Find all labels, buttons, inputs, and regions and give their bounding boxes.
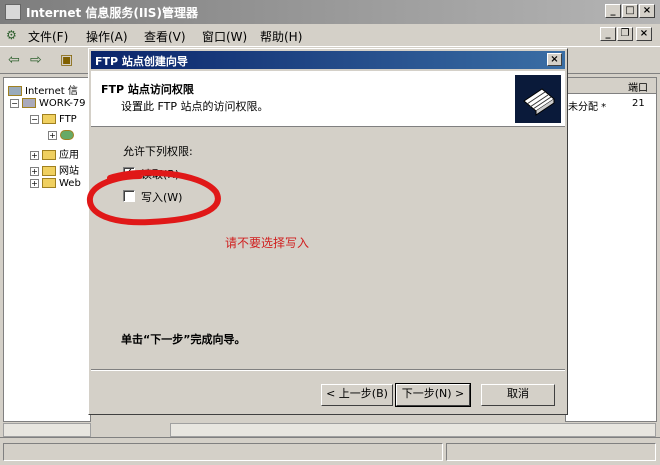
status-cell-right: [446, 443, 656, 461]
forward-arrow-icon[interactable]: ⇨: [30, 52, 42, 68]
write-checkbox[interactable]: [123, 190, 135, 202]
expand-icon[interactable]: +: [30, 166, 39, 176]
expand-icon[interactable]: +: [30, 150, 39, 160]
tree-hscrollbar[interactable]: [3, 423, 91, 437]
menu-file[interactable]: 文件(F): [28, 28, 68, 45]
tree-ftp-label: FTP: [59, 114, 77, 125]
minimize-button[interactable]: _: [605, 4, 621, 18]
mdi-restore-button[interactable]: ❐: [617, 27, 633, 41]
tree-webext-label: Web: [59, 178, 81, 189]
menu-view[interactable]: 查看(V): [144, 28, 186, 45]
tree-server-label: WORK-79: [39, 98, 86, 109]
menu-help[interactable]: 帮助(H): [260, 28, 302, 45]
dialog-titlebar: FTP 站点创建向导 ×: [91, 51, 565, 69]
tree-web[interactable]: + 网站: [30, 162, 79, 177]
permissions-label: 允许下列权限:: [123, 145, 193, 158]
menubar: ⚙ 文件(F) 操作(A) 查看(V) 窗口(W) 帮助(H) _ ❐ ×: [0, 24, 660, 46]
tree-webext[interactable]: + Web: [30, 178, 81, 189]
window-title: Internet 信息服务(IIS)管理器: [26, 6, 198, 20]
collapse-icon[interactable]: −: [10, 98, 19, 108]
expand-icon[interactable]: +: [30, 178, 39, 188]
cancel-button[interactable]: 取消: [481, 384, 555, 406]
tree-app-label: 应用: [59, 150, 79, 161]
wizard-graphic-icon: [515, 75, 561, 123]
mdi-icon: ⚙: [6, 28, 17, 42]
mdi-close-button[interactable]: ×: [636, 27, 652, 41]
list-cell-unassigned: 未分配 *: [568, 102, 607, 113]
tree-root-label: Internet 信: [25, 86, 78, 97]
mdi-minimize-button[interactable]: _: [600, 27, 616, 41]
dialog-separator: [91, 369, 565, 371]
tree-ftp[interactable]: − FTP: [30, 114, 77, 125]
folder-icon: [42, 166, 56, 176]
list-pane: 端口 未分配 * 21: [565, 77, 657, 422]
list-hscrollbar[interactable]: [170, 423, 656, 437]
read-checkbox[interactable]: ✓: [123, 167, 135, 179]
tree-pane: Internet 信 − WORK-79 − FTP + + 应用 + 网站 + Web: [3, 77, 91, 422]
iis-app-icon: [5, 4, 21, 20]
dialog-close-button[interactable]: ×: [547, 53, 562, 66]
list-header: 端口: [566, 78, 656, 94]
server-icon: [8, 86, 22, 96]
finish-instruction: 单击“下一步”完成向导。: [121, 333, 246, 346]
tree-server[interactable]: − WORK-79: [10, 98, 86, 109]
ftp-site-icon: [60, 130, 74, 140]
collapse-icon[interactable]: −: [30, 114, 39, 124]
statusbar: [0, 437, 660, 465]
up-folder-icon[interactable]: ▣: [60, 52, 73, 68]
header-title: FTP 站点访问权限: [101, 83, 194, 96]
next-button[interactable]: 下一步(N) >: [395, 383, 471, 407]
dialog-title: FTP 站点创建向导: [95, 55, 188, 68]
folder-icon: [42, 178, 56, 188]
folder-icon: [42, 114, 56, 124]
main-titlebar: Internet 信息服务(IIS)管理器 _ □ ×: [0, 0, 660, 24]
read-label[interactable]: 读取(R): [141, 166, 179, 182]
folder-icon: [42, 150, 56, 160]
tree-ftp-site[interactable]: +: [48, 130, 77, 141]
expand-icon[interactable]: +: [48, 130, 57, 140]
dialog-header: FTP 站点访问权限 设置此 FTP 站点的访问权限。: [91, 71, 565, 127]
menu-window[interactable]: 窗口(W): [202, 28, 247, 45]
header-subtitle: 设置此 FTP 站点的访问权限。: [121, 100, 269, 113]
annotation-text: 请不要选择写入: [225, 236, 310, 250]
back-arrow-icon[interactable]: ⇦: [8, 52, 20, 68]
tree-root[interactable]: Internet 信: [8, 82, 78, 97]
column-port[interactable]: 端口: [628, 79, 648, 94]
tree-app[interactable]: + 应用: [30, 146, 79, 161]
computer-icon: [22, 98, 36, 108]
write-label[interactable]: 写入(W): [141, 189, 182, 205]
close-button[interactable]: ×: [639, 4, 655, 18]
tree-web-label: 网站: [59, 166, 79, 177]
back-button[interactable]: < 上一步(B): [321, 384, 393, 406]
status-cell-main: [3, 443, 443, 461]
menu-action[interactable]: 操作(A): [86, 28, 128, 45]
maximize-button[interactable]: □: [622, 4, 638, 18]
list-cell-port: 21: [632, 98, 645, 109]
ftp-wizard-dialog: FTP 站点创建向导 × FTP 站点访问权限 设置此 FTP 站点的访问权限。…: [88, 48, 568, 415]
